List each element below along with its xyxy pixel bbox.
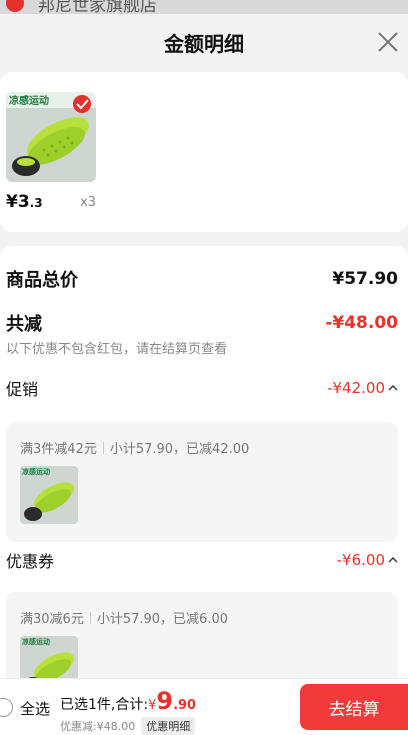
chevron-up-icon[interactable] [388,383,398,393]
svg-text:凉感运动: 凉感运动 [9,94,49,107]
reduce-label: 共减 [6,314,42,335]
checkout-bar: 全选 已选1件,合计:¥9.90 优惠减:¥48.00 优惠明细 去结算 [0,678,408,735]
coupon-value: -¥6.00 [336,551,385,569]
promo-product-thumb[interactable]: 凉感运动 [20,466,78,524]
sheet-header: 金额明细 [0,14,408,70]
total-label: 商品总价 [6,270,78,291]
chevron-up-icon[interactable] [388,555,398,565]
svg-text:凉感运动: 凉感运动 [22,467,50,476]
product-price: ¥3.3 [6,192,43,212]
shop-header-peek: 邦尼世家旗舰店 [0,0,408,14]
coupon-rule-line: 满30减6元 小计57.90，已减6.00 [20,608,228,627]
discount-detail-button[interactable]: 优惠明细 [141,717,196,735]
product-card: 凉感运动 ¥3.3 x3 [0,72,408,232]
reduce-value: -¥48.00 [325,313,398,333]
total-row: 商品总价 ¥57.90 [6,266,398,292]
coupon-rule: 满30减6元 [20,612,84,627]
reduce-row: 共减 -¥48.00 [6,310,398,336]
coupon-label: 优惠券 [6,552,55,571]
close-icon[interactable] [374,28,402,56]
product-quantity: x3 [80,195,96,210]
coupon-detail: 小计57.90，已减6.00 [96,612,228,627]
promo-rule: 满3件减42元 [20,442,97,457]
discount-text: 优惠减:¥48.00 [60,720,136,733]
promo-rule-line: 满3件减42元 小计57.90，已减42.00 [20,438,249,457]
promo-label: 促销 [6,380,39,399]
sheet-title: 金额明细 [164,32,244,56]
amount-detail-sheet: 金额明细 凉感运动 ¥3.3 x3 商品总价 ¥57.90 共减 -¥48.00… [0,14,408,735]
promo-detail-box: 满3件减42元 小计57.90，已减42.00 凉感运动 [6,422,398,542]
select-all-radio[interactable] [0,698,13,717]
selected-total: 已选1件,合计:¥9.90 [60,687,197,715]
total-value: ¥57.90 [332,269,398,289]
promo-row[interactable]: 促销 -¥42.00 [6,376,398,400]
select-all-label[interactable]: 全选 [20,698,50,719]
coupon-row[interactable]: 优惠券 -¥6.00 [6,548,398,572]
shop-check-icon[interactable] [6,0,24,12]
promo-detail: 小计57.90，已减42.00 [109,442,250,457]
summary-card: 商品总价 ¥57.90 共减 -¥48.00 以下优惠不包含红包，请在结算页查看… [0,246,408,712]
discount-summary: 优惠减:¥48.00 优惠明细 [60,717,196,735]
discount-note: 以下优惠不包含红包，请在结算页查看 [6,342,228,357]
promo-value: -¥42.00 [327,379,385,397]
product-image[interactable]: 凉感运动 [6,92,96,182]
checkout-button[interactable]: 去结算 [300,684,408,730]
shop-name[interactable]: 邦尼世家旗舰店 [38,0,157,14]
svg-text:凉感运动: 凉感运动 [22,637,50,646]
